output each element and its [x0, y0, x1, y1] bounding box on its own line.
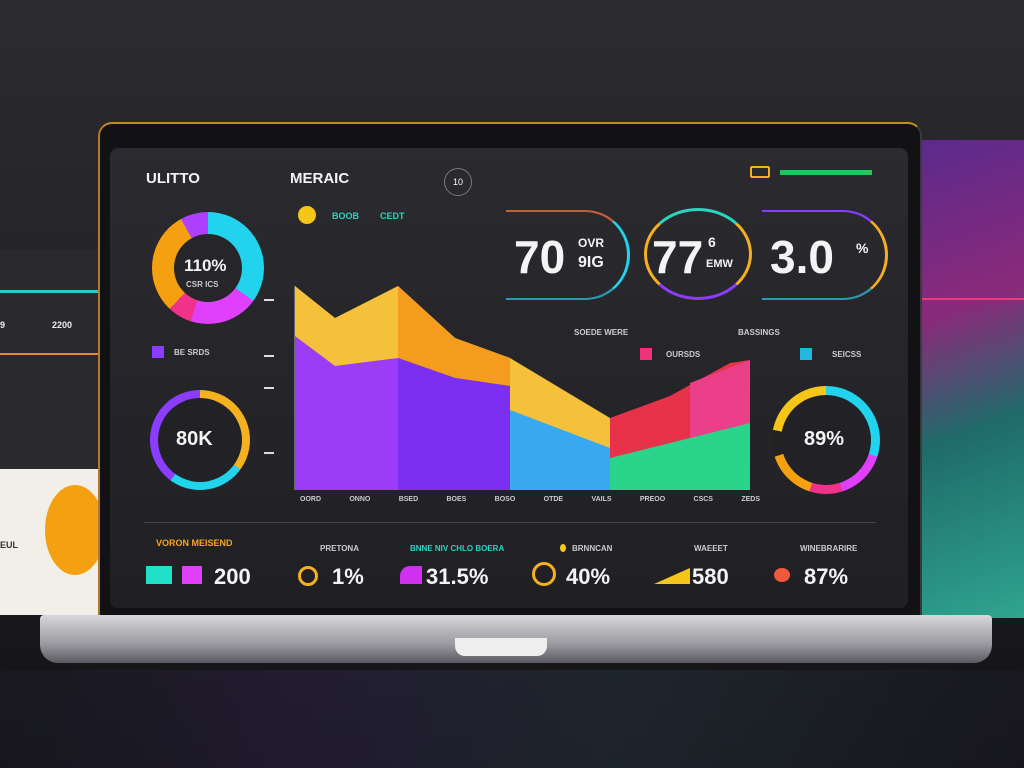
footer-value: 31.5%: [426, 564, 489, 589]
dot-icon: [560, 544, 566, 552]
left-background-panel: 9 2200 EUL: [0, 250, 105, 615]
footer-label: WINEBRARIRE: [800, 544, 858, 553]
divider: [0, 353, 98, 355]
footer-value: 200: [214, 564, 251, 589]
status-progress-bar: [780, 170, 872, 175]
footer-value: 87%: [804, 564, 849, 589]
x-tick: CSCS: [693, 496, 713, 503]
legend-item: BE SRDS: [174, 348, 210, 357]
page-title: MERAIC: [290, 170, 350, 187]
target-icon: [532, 562, 556, 586]
x-tick: BSED: [398, 496, 419, 503]
kpi-value: 3.0: [770, 231, 834, 283]
kpi-unit: 9IG: [578, 254, 604, 271]
donut-value: 110%: [184, 256, 227, 275]
legend-item: CEDT: [380, 211, 405, 221]
legend-item: SEICSS: [832, 350, 862, 359]
legend-item: BOOB: [332, 211, 359, 221]
brand: ULITTO: [146, 170, 200, 187]
legend-dot-icon: [298, 206, 316, 224]
area-chart: [264, 286, 750, 490]
circle-icon: [298, 566, 318, 586]
dashboard-screen: ULITTO MERAIC 10 BOOB CEDT 110% CSR ICS …: [110, 148, 908, 608]
donut-label: CSR ICS: [186, 280, 219, 289]
side-value: 9: [0, 320, 6, 330]
stat-square-icon: [146, 566, 172, 584]
divider: [144, 522, 876, 523]
footer-label: WAEEET: [694, 544, 728, 553]
fire-icon: [774, 568, 790, 582]
x-tick: BOSO: [494, 496, 516, 503]
legend-square-icon: [152, 346, 164, 358]
orange-circle: [45, 485, 105, 575]
x-tick: OTDE: [543, 496, 564, 503]
kpi-unit: %: [856, 240, 869, 256]
right-ring-value: 89%: [804, 428, 845, 450]
kpi-value: 70: [514, 231, 566, 283]
x-tick: BOES: [446, 496, 467, 503]
x-tick: VAILS: [591, 496, 612, 503]
footer-value: 40%: [566, 564, 611, 589]
legend-square-icon: [800, 348, 812, 360]
x-tick: OORD: [300, 496, 321, 503]
footer-value: 1%: [332, 564, 364, 589]
footer-label: VORON MEISEND: [156, 538, 233, 548]
side-value: 2200: [52, 320, 73, 330]
right-background-panel: [922, 140, 1024, 618]
footer-value: 580: [692, 564, 729, 589]
stat-square-icon: [182, 566, 202, 584]
footer-label: BRNNCAN: [572, 544, 613, 553]
kpi-unit: EMW: [706, 258, 733, 270]
footer-label: BNNE NIV CHLO BOERA: [410, 544, 505, 553]
triangle-icon: [654, 568, 690, 584]
stat-shape-icon: [400, 566, 422, 584]
x-axis-ticks: OORD ONNO BSED BOES BOSO OTDE VAILS PREO…: [300, 496, 760, 503]
kpi-unit: OVR: [578, 236, 605, 250]
side-label: EUL: [0, 540, 18, 550]
x-tick: ONNO: [349, 496, 371, 503]
kpi-unit: 6: [708, 234, 716, 250]
header-badge-button[interactable]: 10: [444, 168, 472, 196]
kpi-value: 77: [652, 231, 704, 283]
desk-reflection: [0, 670, 1024, 768]
ring-value: 80K: [176, 428, 213, 450]
divider: [922, 298, 1024, 300]
battery-icon: [750, 166, 770, 178]
x-tick: ZEDS: [741, 496, 760, 503]
footer-label: PRETONA: [320, 544, 359, 553]
divider: [0, 290, 98, 293]
x-tick: PREOO: [639, 496, 666, 503]
laptop-notch: [455, 638, 547, 656]
